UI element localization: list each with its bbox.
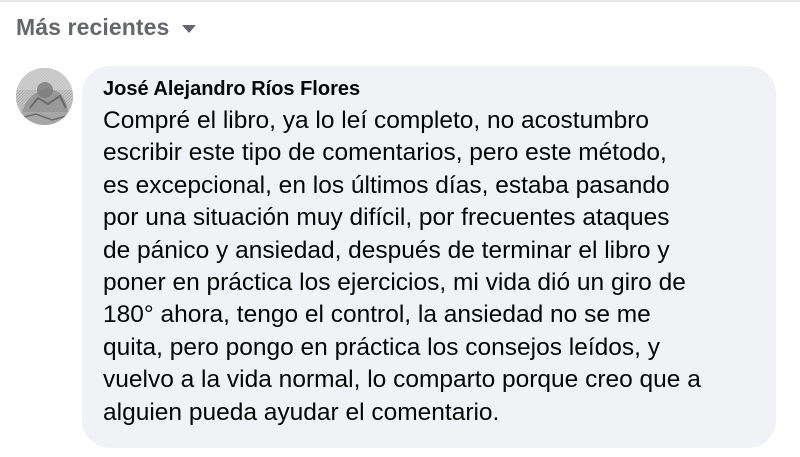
comment-bubble: José Alejandro Ríos Flores Compré el lib… [82, 66, 776, 448]
avatar-photo [16, 68, 73, 125]
top-divider [0, 0, 800, 2]
user-avatar[interactable] [16, 68, 73, 125]
sort-dropdown[interactable]: Más recientes [16, 11, 197, 43]
sort-label: Más recientes [16, 13, 170, 40]
comment-text: Compré el libro, ya lo leí completo, no … [103, 107, 701, 426]
comment-author[interactable]: José Alejandro Ríos Flores [103, 76, 760, 102]
caret-down-icon [182, 25, 197, 33]
